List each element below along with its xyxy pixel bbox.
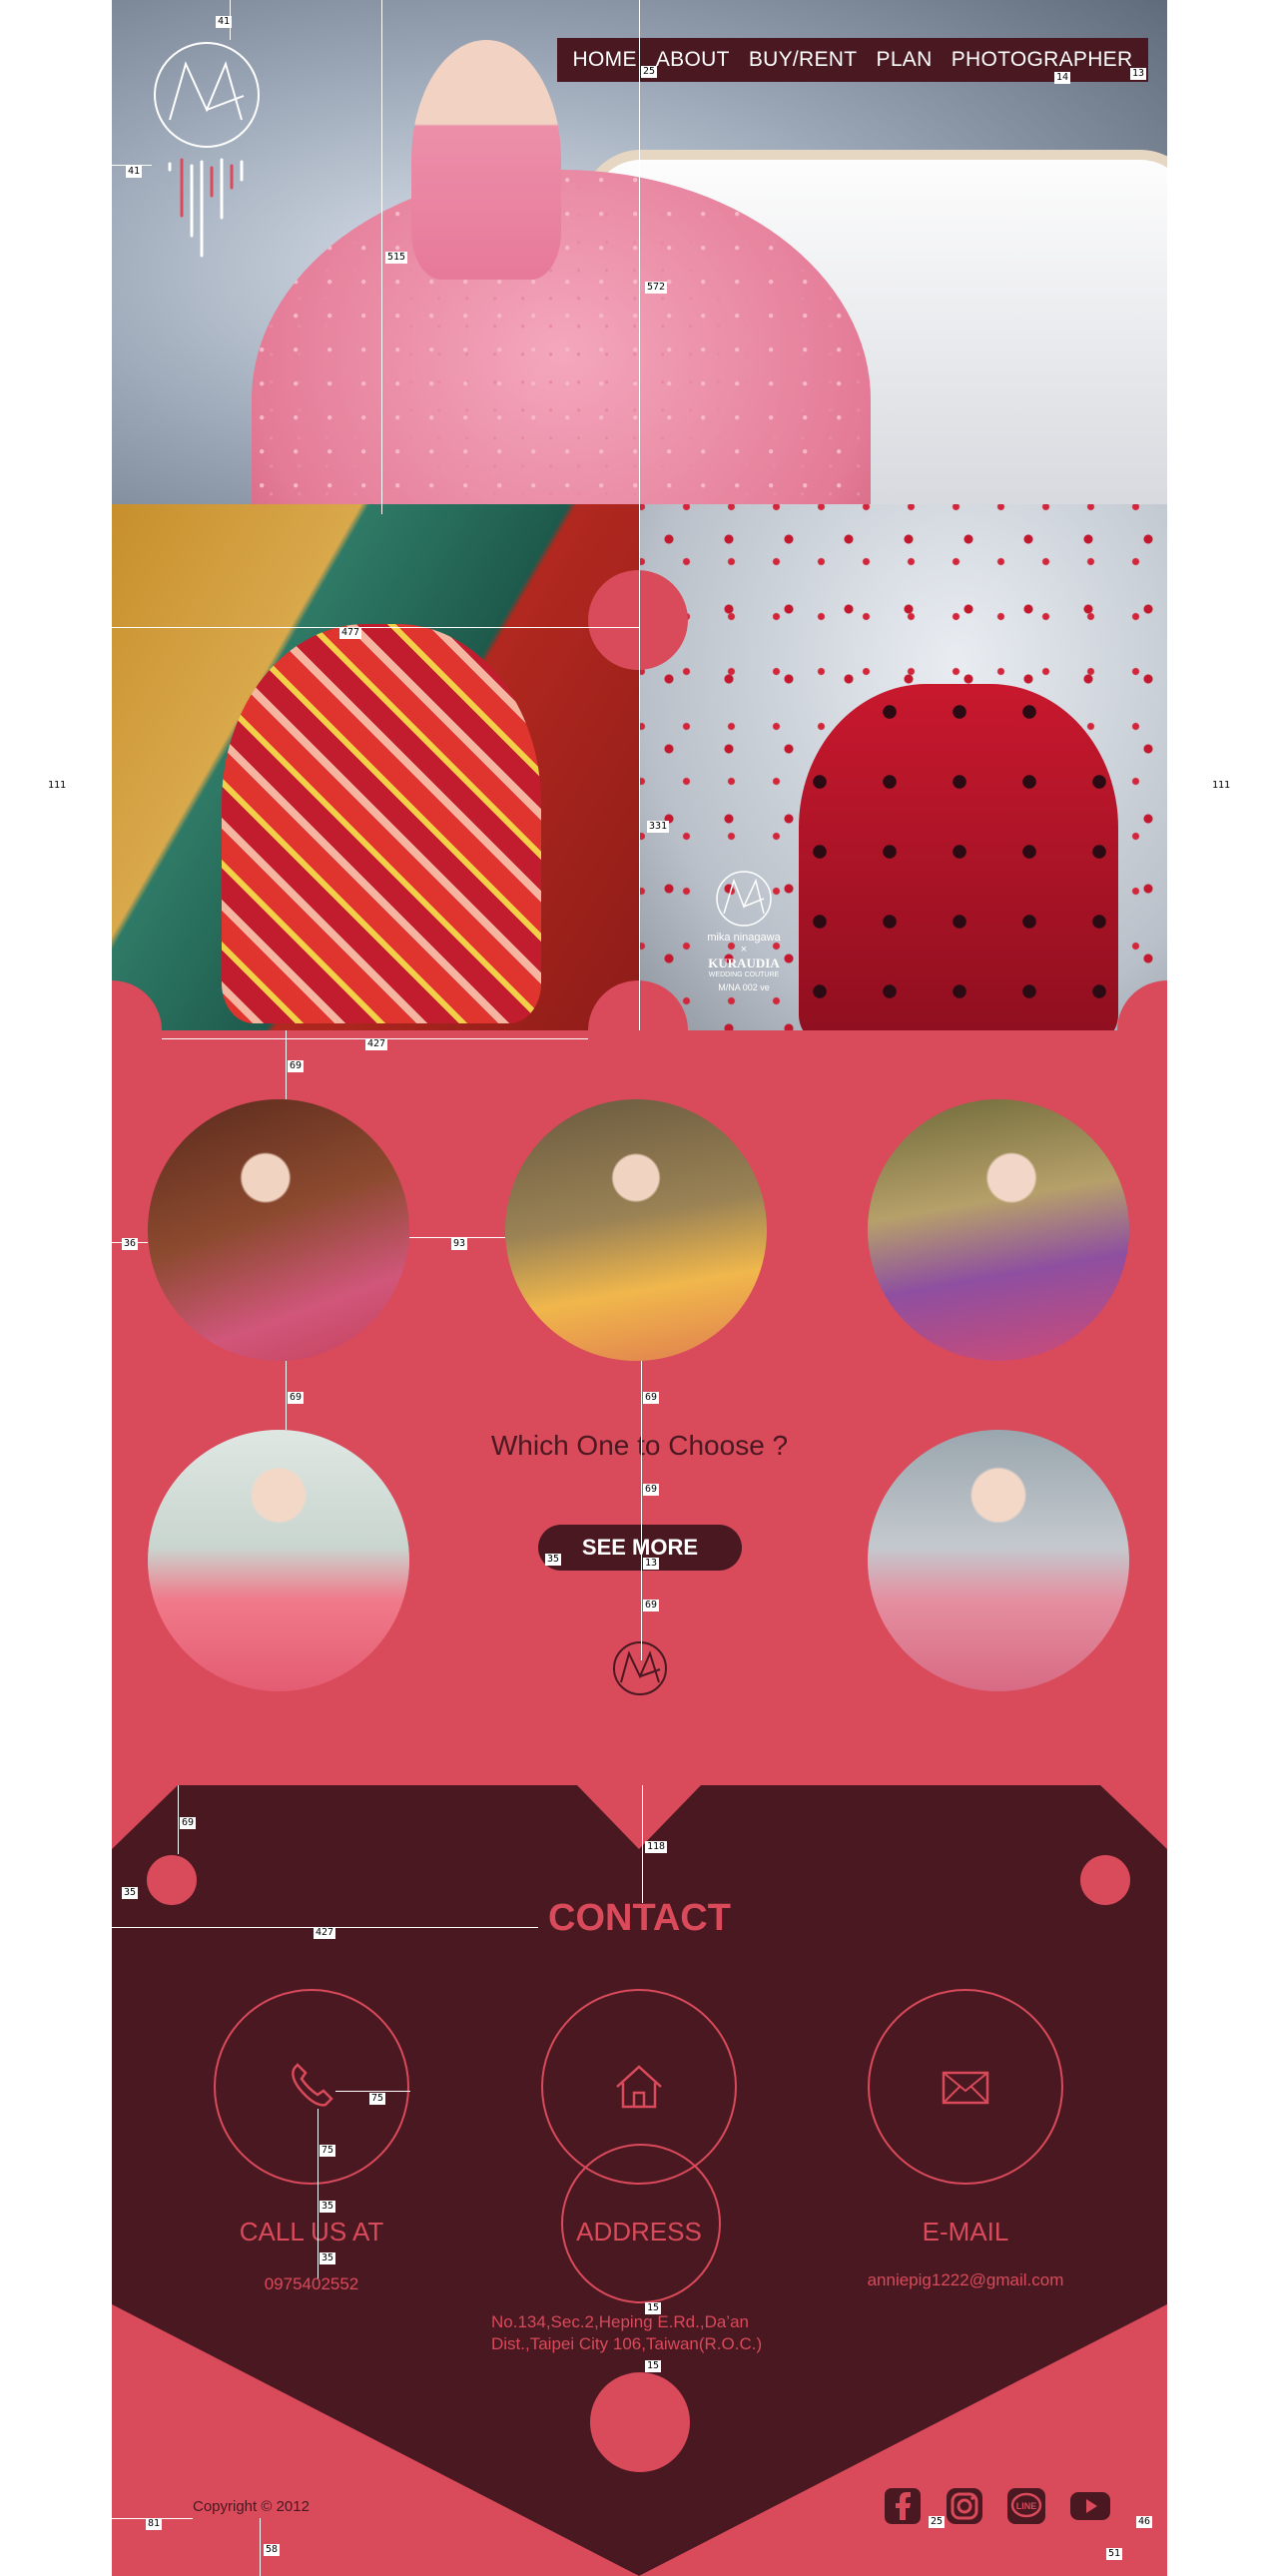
email-ring[interactable]	[868, 1989, 1063, 2185]
instagram-icon	[947, 2488, 982, 2524]
brand-logo-icon[interactable]	[152, 40, 262, 150]
small-m-logo-icon	[613, 1641, 667, 1695]
address-label: ADDRESS	[576, 2217, 702, 2247]
measure-label: 69	[643, 1392, 660, 1404]
logo-drips-icon	[168, 158, 244, 258]
svg-text:LINE: LINE	[1016, 2501, 1037, 2511]
measure-label: 69	[643, 1484, 660, 1496]
email-value[interactable]: anniepig1222@gmail.com	[816, 2270, 1115, 2290]
scallop-center	[588, 980, 688, 1080]
gallery-dress-2[interactable]	[505, 1099, 767, 1361]
contact-dot-bottom	[590, 2372, 690, 2472]
measure-label: 35	[545, 1554, 562, 1566]
measure-label: 69	[288, 1060, 305, 1072]
line-link[interactable]: LINE	[1004, 2486, 1048, 2526]
collab-line-4: WEDDING COUTURE	[708, 971, 780, 978]
nav-home[interactable]: HOME	[573, 48, 637, 72]
measure-label: 69	[288, 1392, 305, 1404]
collab-line-5: M/NA 002 ve	[718, 982, 770, 992]
measure-label: 35	[320, 2253, 336, 2264]
measure-label: 118	[645, 1841, 668, 1853]
measure-label: 572	[645, 282, 668, 294]
nav-photographer[interactable]: PHOTOGRAPHER	[952, 48, 1133, 72]
measure-label: 515	[385, 252, 408, 264]
measure-label: 111	[46, 780, 69, 792]
phone-label: CALL US AT	[239, 2217, 384, 2247]
instagram-link[interactable]	[943, 2486, 986, 2526]
envelope-icon	[942, 2071, 989, 2105]
gallery-dress-3[interactable]	[868, 1099, 1129, 1361]
measure-label: 36	[122, 1238, 139, 1250]
model-figure	[411, 40, 561, 280]
facebook-icon	[885, 2488, 921, 2524]
phone-icon	[292, 2063, 333, 2107]
measure-label: 14	[1054, 72, 1071, 84]
measure-label: 25	[929, 2516, 946, 2528]
measure-label: 15	[645, 2360, 662, 2372]
measure-label: 13	[1130, 68, 1147, 80]
nav-plan[interactable]: PLAN	[877, 48, 933, 72]
measure-label: 46	[1136, 2516, 1153, 2528]
address-line-2: Dist.,Taipei City 106,Taiwan(R.O.C.)	[491, 2334, 763, 2353]
measure-label: 427	[314, 1927, 336, 1939]
contact-title: CONTACT	[548, 1897, 731, 1939]
phone-value[interactable]: 0975402552	[162, 2274, 461, 2294]
measure-label: 13	[643, 1558, 660, 1570]
page: mika ninagawa × KURAUDIA WEDDING COUTURE…	[112, 0, 1167, 2576]
youtube-icon	[1070, 2492, 1110, 2520]
measure-label: 35	[320, 2201, 336, 2213]
measure-label: 427	[365, 1038, 388, 1050]
red-gown-shape	[799, 684, 1118, 1030]
measure-label: 111	[1210, 780, 1233, 792]
collab-m-logo-icon	[716, 871, 772, 927]
see-more-button[interactable]: SEE MORE	[538, 1525, 742, 1571]
gallery-dress-5[interactable]	[868, 1430, 1129, 1691]
measure-label: 75	[320, 2145, 336, 2157]
measure-label: 93	[451, 1238, 468, 1250]
phone-ring[interactable]	[214, 1989, 409, 2185]
hero-photo-kimono	[112, 504, 639, 1030]
address-line-1: No.134,Sec.2,Heping E.Rd.,Da’an	[491, 2312, 749, 2331]
choose-heading: Which One to Choose ?	[490, 1430, 789, 1461]
collab-logo: mika ninagawa × KURAUDIA WEDDING COUTURE…	[699, 869, 789, 992]
measure-label: 58	[264, 2544, 281, 2556]
measure-label: 477	[339, 627, 362, 639]
collab-line-3: KURAUDIA	[708, 956, 780, 970]
measure-label: 75	[369, 2093, 386, 2105]
collab-line-2: ×	[740, 944, 748, 956]
measure-label: 41	[126, 166, 143, 178]
copyright-text: Copyright © 2012	[193, 2498, 310, 2515]
measure-label: 81	[146, 2518, 163, 2530]
measure-label: 41	[216, 16, 233, 28]
facebook-link[interactable]	[881, 2486, 925, 2526]
measure-label: 69	[643, 1600, 660, 1611]
gallery-dress-1[interactable]	[148, 1099, 409, 1361]
collab-line-1: mika ninagawa	[707, 932, 781, 944]
nav-buy-rent[interactable]: BUY/RENT	[749, 48, 858, 72]
center-circle	[588, 570, 688, 670]
email-label: E-MAIL	[922, 2217, 1009, 2247]
hero-photo-red-gown: mika ninagawa × KURAUDIA WEDDING COUTURE…	[639, 504, 1167, 1030]
measure-label: 69	[180, 1817, 197, 1829]
measure-label: 51	[1106, 2548, 1123, 2560]
gallery-dress-4[interactable]	[148, 1430, 409, 1691]
line-icon: LINE	[1007, 2488, 1045, 2524]
nav-about[interactable]: ABOUT	[656, 48, 730, 72]
measure-label: 35	[122, 1887, 139, 1899]
measure-label: 331	[647, 821, 670, 833]
address-value: No.134,Sec.2,Heping E.Rd.,Da’an Dist.,Ta…	[491, 2311, 891, 2355]
house-icon	[616, 2065, 662, 2109]
measure-label: 25	[641, 66, 658, 78]
measure-label: 15	[645, 2302, 662, 2314]
kimono-shape	[222, 624, 541, 1023]
youtube-link[interactable]	[1068, 2486, 1112, 2526]
